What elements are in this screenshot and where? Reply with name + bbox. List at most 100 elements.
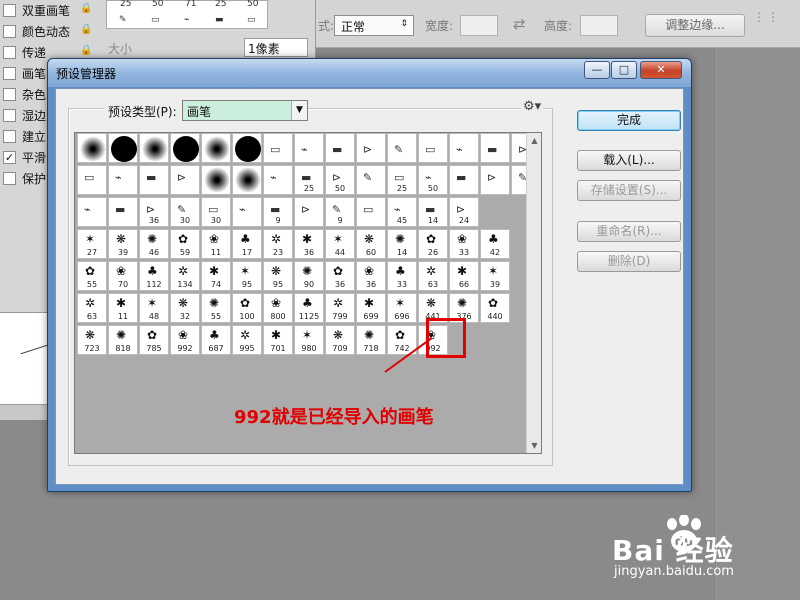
dialog-titlebar[interactable]: 预设管理器 — □ ✕ [48, 59, 691, 87]
brush-tile[interactable]: ⌁ [263, 165, 293, 195]
refine-edge-button[interactable]: 调整边缘... [645, 14, 745, 37]
brush-tile[interactable]: ✶ 696 [387, 293, 417, 323]
brush-tile[interactable]: ✲ 63 [418, 261, 448, 291]
brush-tile[interactable]: ❀ 36 [356, 261, 386, 291]
minimize-button[interactable]: — [584, 61, 610, 79]
brush-tile[interactable]: ⊳ [480, 165, 510, 195]
brush-tile[interactable] [77, 133, 107, 163]
brush-tile[interactable]: ▭ [77, 165, 107, 195]
brush-tile[interactable]: ✺ 90 [294, 261, 324, 291]
brush-tile[interactable]: ❀ 11 [201, 229, 231, 259]
brush-tile[interactable] [232, 133, 262, 163]
brush-tile[interactable]: ⊳ [356, 133, 386, 163]
checked-checkbox[interactable]: ✓ [3, 151, 16, 164]
brush-tile[interactable]: ♣ 33 [387, 261, 417, 291]
brush-tile[interactable]: ♣ 112 [139, 261, 169, 291]
maximize-button[interactable]: □ [611, 61, 637, 79]
checkbox[interactable] [3, 46, 16, 59]
brush-setting-row[interactable]: 颜色动态 🔒 [0, 21, 98, 42]
height-field[interactable] [580, 15, 618, 36]
delete-button[interactable]: 删除(D) [577, 251, 681, 272]
brush-tile[interactable]: ▬ 25 [294, 165, 324, 195]
brush-tile[interactable]: ⌁ [449, 133, 479, 163]
swap-icon[interactable]: ⇄ [513, 15, 526, 33]
brush-tile[interactable]: ⌁ [294, 133, 324, 163]
rename-button[interactable]: 重命名(R)... [577, 221, 681, 242]
brush-tile[interactable]: ▬ [139, 165, 169, 195]
scroll-up-icon[interactable]: ▲ [527, 133, 542, 148]
brush-tile[interactable]: ✎ 30 [170, 197, 200, 227]
brush-tile[interactable]: ✿ 59 [170, 229, 200, 259]
brush-tile[interactable]: ✺ 718 [356, 325, 386, 355]
brush-tile[interactable]: ❋ 32 [170, 293, 200, 323]
brush-tile[interactable]: ✱ 36 [294, 229, 324, 259]
brush-tile[interactable]: ▬ [480, 133, 510, 163]
brush-tile[interactable] [201, 165, 231, 195]
brush-tile[interactable]: ▬ 9 [263, 197, 293, 227]
brush-tile[interactable]: ✎ [387, 133, 417, 163]
brush-tile[interactable]: ▬ [108, 197, 138, 227]
brush-tile[interactable]: ▬ [449, 165, 479, 195]
preset-type-select[interactable]: 画笔 ▼ [182, 100, 308, 121]
brush-tile[interactable]: ♣ 42 [480, 229, 510, 259]
checkbox[interactable] [3, 88, 16, 101]
brush-tile[interactable]: ✎ 9 [325, 197, 355, 227]
brush-tile[interactable]: ▭ 25 [387, 165, 417, 195]
brush-tile[interactable] [170, 133, 200, 163]
brush-tile[interactable]: ⌁ 50 [418, 165, 448, 195]
brush-tile[interactable]: ❀ 992 [170, 325, 200, 355]
brush-tile[interactable]: ✱ 74 [201, 261, 231, 291]
brush-tile[interactable]: ♣ 687 [201, 325, 231, 355]
brush-tile[interactable]: ❋ 95 [263, 261, 293, 291]
brush-tile[interactable]: ♣ 1125 [294, 293, 324, 323]
brush-tile[interactable]: ▬ [325, 133, 355, 163]
brush-tile[interactable]: ❋ 723 [77, 325, 107, 355]
brush-tile[interactable]: ✿ 785 [139, 325, 169, 355]
brush-tile[interactable]: ▬ 14 [418, 197, 448, 227]
brush-tile[interactable]: ⊳ 50 [325, 165, 355, 195]
brush-tile[interactable]: ✱ 11 [108, 293, 138, 323]
brush-tile[interactable]: ✶ 95 [232, 261, 262, 291]
brush-tile[interactable]: ♣ 17 [232, 229, 262, 259]
brush-setting-row[interactable]: 双重画笔 🔒 [0, 0, 98, 21]
brush-tile[interactable]: ✶ 48 [139, 293, 169, 323]
checkbox[interactable] [3, 67, 16, 80]
brush-tile[interactable]: ✶ 39 [480, 261, 510, 291]
brush-tile[interactable]: ⊳ 24 [449, 197, 479, 227]
brush-tile[interactable]: ✎ [356, 165, 386, 195]
close-button[interactable]: ✕ [640, 61, 682, 79]
lock-icon[interactable]: 🔒 [80, 24, 92, 35]
checkbox[interactable] [3, 172, 16, 185]
brush-tile[interactable]: ⌁ [232, 197, 262, 227]
brush-tile[interactable]: ✲ 134 [170, 261, 200, 291]
lock-icon[interactable]: 🔒 [80, 3, 92, 14]
brush-tile[interactable]: ✺ 55 [201, 293, 231, 323]
brush-tile[interactable]: ✱ 66 [449, 261, 479, 291]
done-button[interactable]: 完成 [577, 110, 681, 131]
save-settings-button[interactable]: 存储设置(S)... [577, 180, 681, 201]
brush-tile[interactable]: ❀ 33 [449, 229, 479, 259]
brush-tile[interactable]: ⌁ [77, 197, 107, 227]
lock-icon[interactable]: 🔒 [80, 45, 92, 56]
checkbox[interactable] [3, 25, 16, 38]
brush-tile[interactable]: ❀ 70 [108, 261, 138, 291]
brush-tile[interactable]: ✲ 799 [325, 293, 355, 323]
brush-tile[interactable]: ❋ 39 [108, 229, 138, 259]
gear-icon[interactable]: ⚙▾ [521, 99, 544, 114]
blend-mode-select[interactable]: 正常 ⇕ [334, 15, 414, 36]
brush-tile[interactable] [232, 165, 262, 195]
checkbox[interactable] [3, 4, 16, 17]
brush-tile[interactable]: ▭ [263, 133, 293, 163]
brush-tile[interactable]: ✲ 995 [232, 325, 262, 355]
brush-tile[interactable]: ✶ 44 [325, 229, 355, 259]
brush-tip-strip[interactable]: 25 50 71 25 50 ✎ ▭ ⌁ ▬ ▭ [106, 0, 268, 29]
brush-tile[interactable] [108, 133, 138, 163]
checkbox[interactable] [3, 130, 16, 143]
brush-tile[interactable]: ✺ 14 [387, 229, 417, 259]
checkbox[interactable] [3, 109, 16, 122]
vertical-scrollbar[interactable]: ▲ ▼ [526, 133, 541, 453]
brush-tile[interactable]: ✿ 26 [418, 229, 448, 259]
brush-tile[interactable]: ⊳ 36 [139, 197, 169, 227]
brush-tile[interactable]: ✶ 980 [294, 325, 324, 355]
brush-tile[interactable]: ⌁ [108, 165, 138, 195]
